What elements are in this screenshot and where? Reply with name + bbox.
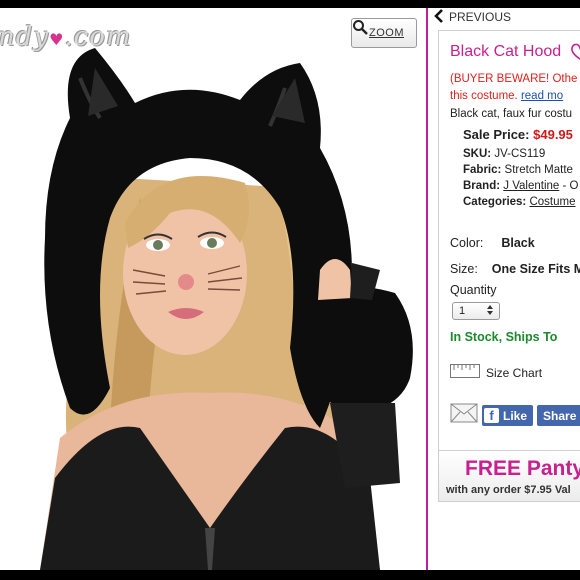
brand-row: Brand: J Valentine - O	[463, 180, 579, 192]
stepper-arrows-icon	[487, 304, 493, 318]
screenshot-frame: ndy♥.com ZOOM PREVIOUS Black Cat Hood (B…	[0, 0, 580, 580]
social-buttons: f Like Share	[450, 403, 580, 428]
heart-outline-icon[interactable]	[570, 43, 580, 66]
quantity-select[interactable]: 1	[452, 302, 500, 320]
product-image[interactable]: ndy♥.com ZOOM	[0, 8, 428, 570]
envelope-icon[interactable]	[450, 403, 478, 428]
size-chart-link[interactable]: Size Chart	[450, 364, 542, 381]
read-more-link[interactable]: read mo	[521, 90, 563, 102]
promo-subline: with any order $7.95 Val	[446, 484, 571, 496]
size-label: Size:	[450, 262, 478, 276]
size-value: One Size Fits M	[491, 262, 580, 276]
color-value: Black	[501, 236, 535, 250]
sale-price-label: Sale Price:	[463, 127, 530, 142]
color-label: Color:	[450, 236, 484, 250]
sale-price-value: $49.95	[533, 127, 573, 142]
zoom-button[interactable]: ZOOM	[351, 18, 417, 48]
facebook-like-button[interactable]: f Like	[482, 405, 534, 426]
warning-line-2-text: this costume.	[450, 90, 518, 102]
site-logo[interactable]: ndy♥.com	[0, 22, 132, 52]
brand-link[interactable]: J Valentine	[503, 180, 559, 192]
ruler-icon	[450, 364, 480, 381]
category-link[interactable]: Costume	[529, 196, 575, 208]
fabric-value: Stretch Matte	[504, 164, 573, 176]
brand-suffix: - O	[562, 180, 579, 192]
size-chart-label: Size Chart	[486, 365, 543, 380]
free-panty-promo[interactable]: FREE Panty with any order $7.95 Val	[438, 450, 580, 502]
fabric-row: Fabric: Stretch Matte	[463, 164, 573, 176]
stock-status: In Stock, Ships To	[450, 330, 558, 344]
warning-line-1: (BUYER BEWARE! Othe	[450, 73, 578, 85]
chevron-left-icon	[434, 8, 443, 26]
product-page: ndy♥.com ZOOM PREVIOUS Black Cat Hood (B…	[0, 8, 580, 570]
buyer-warning: (BUYER BEWARE! Othe this costume. read m…	[450, 71, 577, 105]
fabric-label: Fabric:	[463, 164, 502, 176]
product-description: Black cat, faux fur costu	[450, 108, 573, 120]
previous-label: PREVIOUS	[449, 10, 512, 24]
quantity-label: Quantity	[450, 283, 497, 297]
sku-row: SKU: JV-CS119	[463, 148, 545, 160]
sku-value: JV-CS119	[494, 148, 546, 160]
logo-text-right: .com	[64, 22, 132, 52]
sku-label: SKU:	[463, 148, 492, 160]
sale-price-row: Sale Price: $49.95	[463, 127, 573, 142]
product-info-card: Black Cat Hood (BUYER BEWARE! Othe this …	[438, 30, 580, 454]
warning-line-2: this costume. read mo	[450, 88, 577, 105]
product-title: Black Cat Hood	[450, 43, 562, 60]
color-option[interactable]: Color: Black	[450, 236, 535, 250]
zoom-label: ZOOM	[369, 27, 404, 39]
categories-label: Categories:	[463, 196, 527, 208]
heart-icon: ♥	[49, 30, 65, 49]
categories-row: Categories: Costume	[463, 196, 576, 208]
quantity-value: 1	[459, 305, 466, 317]
previous-link[interactable]: PREVIOUS	[434, 8, 511, 26]
like-label: Like	[503, 408, 528, 423]
facebook-icon: f	[484, 408, 499, 423]
logo-text-left: ndy	[0, 22, 50, 52]
share-button[interactable]: Share	[537, 405, 580, 426]
size-option[interactable]: Size: One Size Fits M	[450, 262, 580, 276]
product-details-panel: PREVIOUS Black Cat Hood (BUYER BEWARE! O…	[430, 8, 580, 570]
brand-label: Brand:	[463, 180, 501, 192]
promo-headline: FREE Panty	[465, 457, 580, 480]
model-photo-illustration	[40, 48, 413, 570]
